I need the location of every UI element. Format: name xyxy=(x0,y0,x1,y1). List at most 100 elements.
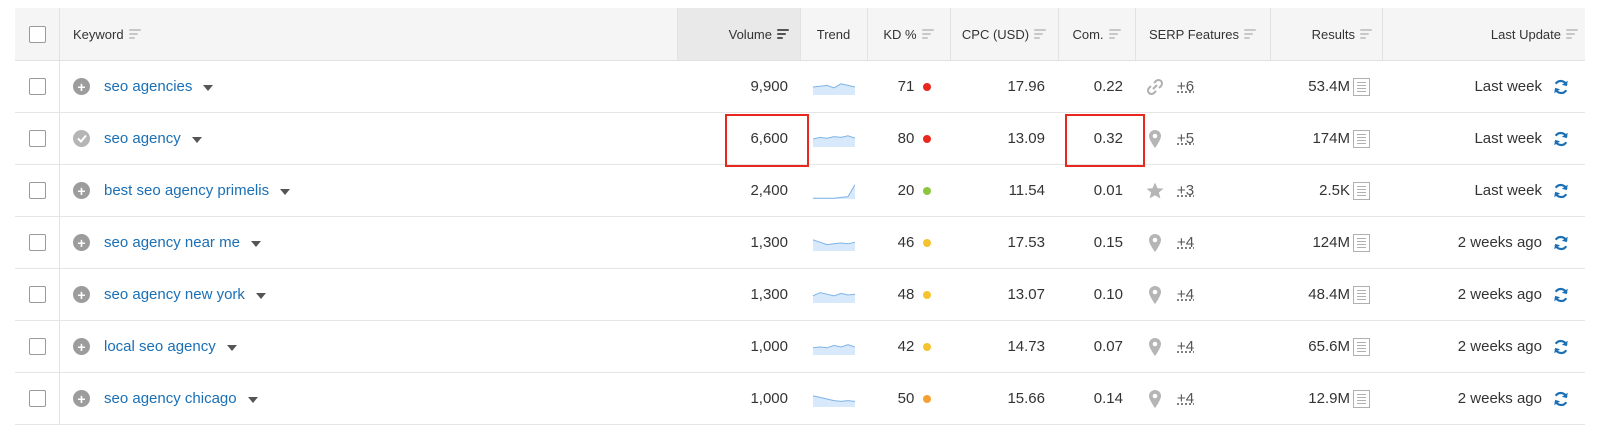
chevron-down-icon[interactable] xyxy=(203,84,214,91)
serp-features-more[interactable]: +4 xyxy=(1177,390,1194,407)
row-select-cell[interactable] xyxy=(15,217,59,268)
serp-features-more[interactable]: +6 xyxy=(1177,78,1194,95)
last-update-column-header[interactable]: Last Update xyxy=(1382,8,1578,60)
select-all-cell[interactable] xyxy=(15,8,59,60)
added-check-icon[interactable] xyxy=(73,130,90,147)
row-checkbox[interactable] xyxy=(28,182,46,199)
cpc-value: 15.66 xyxy=(1007,390,1045,407)
add-keyword-icon[interactable]: + xyxy=(73,78,90,95)
add-keyword-icon[interactable]: + xyxy=(73,286,90,303)
serp-snapshot-icon[interactable] xyxy=(1353,77,1370,96)
add-keyword-icon[interactable]: + xyxy=(73,182,90,199)
results-value: 65.6M xyxy=(1308,338,1350,355)
serp-header-label: SERP Features xyxy=(1148,26,1240,42)
serp-features-more[interactable]: +4 xyxy=(1177,338,1194,355)
cpc-value: 17.53 xyxy=(1007,234,1045,251)
chevron-down-icon[interactable] xyxy=(226,344,237,351)
keyword-link[interactable]: seo agency chicago xyxy=(104,390,237,407)
row-select-cell[interactable] xyxy=(15,113,59,164)
keyword-header-label: Keyword xyxy=(73,26,124,42)
row-select-cell[interactable] xyxy=(15,165,59,216)
row-select-cell[interactable] xyxy=(15,321,59,372)
serp-features-more[interactable]: +3 xyxy=(1177,182,1194,199)
cpc-column-header[interactable]: CPC (USD) xyxy=(950,8,1058,60)
kd-cell: 71 xyxy=(867,61,950,112)
last-update-value: Last week xyxy=(1474,78,1542,95)
kd-column-header[interactable]: KD % xyxy=(867,8,950,60)
trend-sparkline xyxy=(812,82,855,95)
add-keyword-icon[interactable]: + xyxy=(73,338,90,355)
sort-icon[interactable] xyxy=(1566,29,1578,39)
serp-snapshot-icon[interactable] xyxy=(1353,233,1370,252)
keyword-cell: + seo agency new york xyxy=(73,269,663,320)
row-checkbox[interactable] xyxy=(28,130,46,147)
trend-sparkline xyxy=(812,394,855,407)
chevron-down-icon[interactable] xyxy=(247,396,258,403)
serp-snapshot-icon[interactable] xyxy=(1353,337,1370,356)
row-checkbox[interactable] xyxy=(28,338,46,355)
keyword-link[interactable]: local seo agency xyxy=(104,338,216,355)
serp-features-more[interactable]: +4 xyxy=(1177,286,1194,303)
volume-value: 1,000 xyxy=(750,338,788,355)
sort-active-icon[interactable] xyxy=(777,29,789,39)
chevron-down-icon[interactable] xyxy=(280,188,291,195)
sort-icon[interactable] xyxy=(1034,29,1047,39)
row-checkbox[interactable] xyxy=(28,286,46,303)
refresh-icon[interactable] xyxy=(1552,234,1570,252)
refresh-icon[interactable] xyxy=(1552,338,1570,356)
volume-cell: 9,900 xyxy=(677,61,788,112)
last-update-value: 2 weeks ago xyxy=(1457,234,1542,251)
volume-value: 1,000 xyxy=(750,390,788,407)
serp-column-header[interactable]: SERP Features xyxy=(1135,8,1270,60)
sort-icon[interactable] xyxy=(1108,29,1121,39)
keyword-link[interactable]: seo agency new york xyxy=(104,286,245,303)
serp-cell: +3 xyxy=(1145,165,1270,216)
sort-icon[interactable] xyxy=(1244,29,1257,39)
kd-cell: 20 xyxy=(867,165,950,216)
row-checkbox[interactable] xyxy=(28,390,46,407)
com-column-header[interactable]: Com. xyxy=(1058,8,1135,60)
chevron-down-icon[interactable] xyxy=(250,240,261,247)
row-select-cell[interactable] xyxy=(15,61,59,112)
serp-features-more[interactable]: +5 xyxy=(1177,130,1194,147)
serp-snapshot-icon[interactable] xyxy=(1353,129,1370,148)
results-value: 124M xyxy=(1312,234,1350,251)
sort-icon[interactable] xyxy=(128,29,141,39)
keyword-link[interactable]: seo agency near me xyxy=(104,234,240,251)
cpc-cell: 17.53 xyxy=(950,217,1045,268)
row-select-cell[interactable] xyxy=(15,373,59,424)
last-update-value: 2 weeks ago xyxy=(1457,286,1542,303)
sort-icon[interactable] xyxy=(1360,29,1372,39)
map-pin-icon xyxy=(1145,337,1165,357)
keyword-link[interactable]: best seo agency primelis xyxy=(104,182,269,199)
keyword-link[interactable]: seo agency xyxy=(104,130,181,147)
add-keyword-icon[interactable]: + xyxy=(73,390,90,407)
serp-snapshot-icon[interactable] xyxy=(1353,181,1370,200)
row-select-cell[interactable] xyxy=(15,269,59,320)
results-value: 53.4M xyxy=(1308,78,1350,95)
volume-column-header[interactable]: Volume xyxy=(677,8,789,60)
serp-snapshot-icon[interactable] xyxy=(1353,285,1370,304)
add-keyword-icon[interactable]: + xyxy=(73,234,90,251)
keyword-link[interactable]: seo agencies xyxy=(104,78,192,95)
refresh-icon[interactable] xyxy=(1552,78,1570,96)
refresh-icon[interactable] xyxy=(1552,182,1570,200)
row-checkbox[interactable] xyxy=(28,234,46,251)
keyword-cell: + seo agency near me xyxy=(73,217,663,268)
chevron-down-icon[interactable] xyxy=(191,136,202,143)
sort-icon[interactable] xyxy=(921,29,934,39)
keyword-column-header[interactable]: Keyword xyxy=(73,8,373,60)
results-value: 2.5K xyxy=(1319,182,1350,199)
results-cell: 65.6M xyxy=(1270,321,1370,372)
results-value: 174M xyxy=(1312,130,1350,147)
results-column-header[interactable]: Results xyxy=(1270,8,1372,60)
refresh-icon[interactable] xyxy=(1552,130,1570,148)
serp-features-more[interactable]: +4 xyxy=(1177,234,1194,251)
row-checkbox[interactable] xyxy=(28,78,46,95)
serp-snapshot-icon[interactable] xyxy=(1353,389,1370,408)
select-all-checkbox[interactable] xyxy=(28,25,46,43)
refresh-icon[interactable] xyxy=(1552,286,1570,304)
refresh-icon[interactable] xyxy=(1552,390,1570,408)
chevron-down-icon[interactable] xyxy=(255,292,266,299)
last-update-cell: 2 weeks ago xyxy=(1382,217,1570,268)
